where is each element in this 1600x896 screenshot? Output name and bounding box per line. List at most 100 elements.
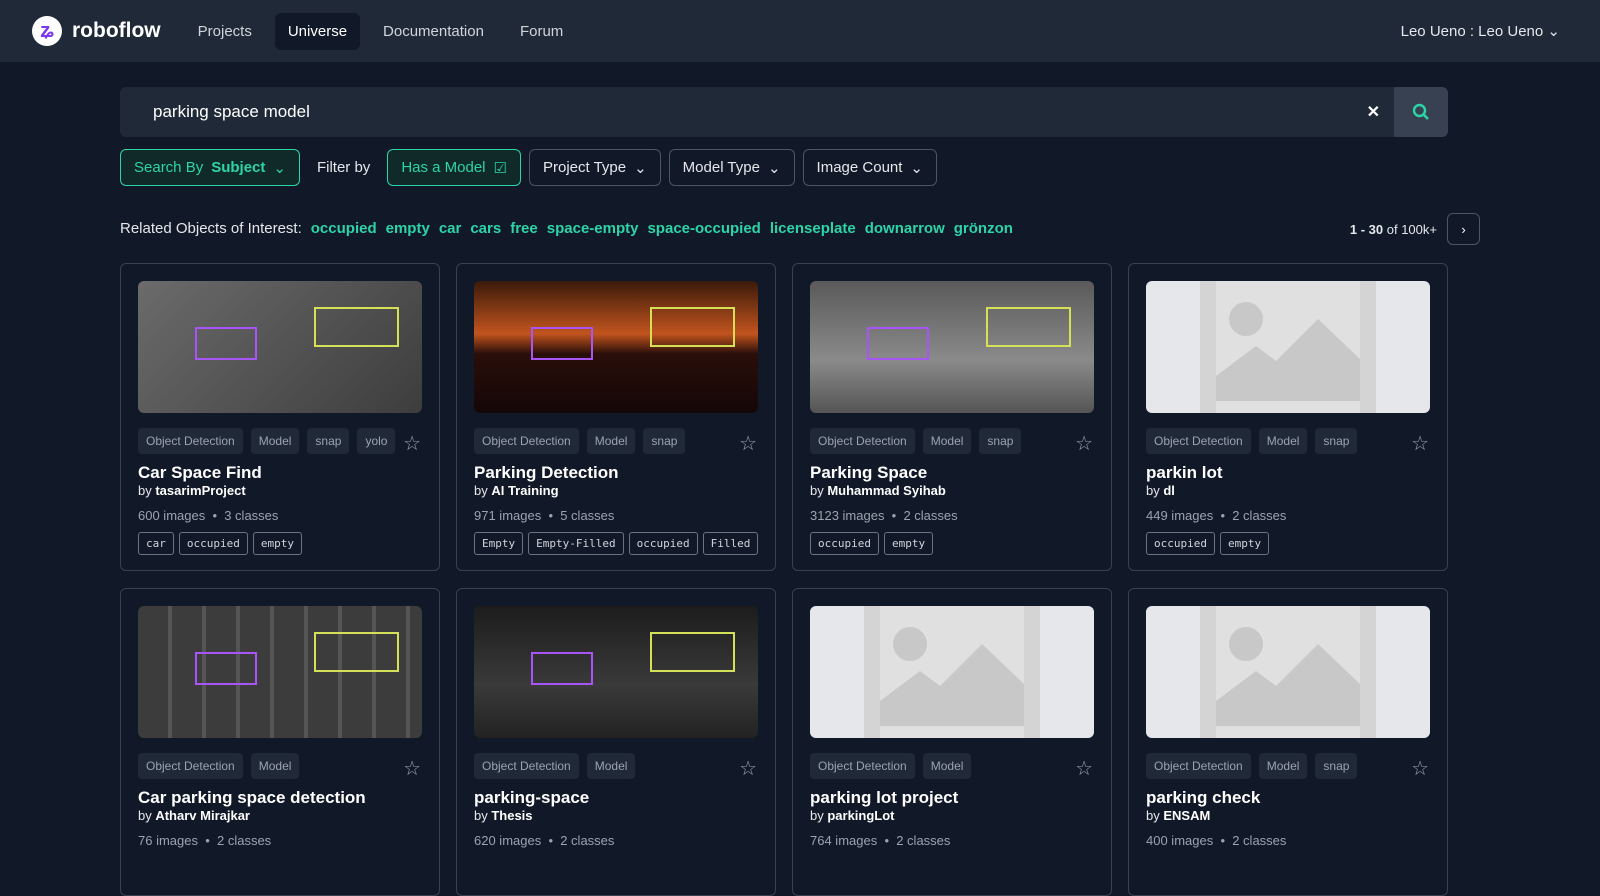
related-term[interactable]: occupied	[311, 220, 377, 237]
related-term[interactable]: car	[439, 220, 462, 237]
related-term[interactable]: empty	[386, 220, 430, 237]
project-title[interactable]: Car parking space detection	[138, 788, 422, 808]
project-title[interactable]: parking check	[1146, 788, 1430, 808]
project-tags: Object Detection Model	[810, 753, 1068, 779]
project-author: by dl	[1146, 483, 1175, 498]
author-name[interactable]: Atharv Mirajkar	[155, 808, 250, 823]
project-stats: 764 images • 2 classes	[810, 833, 951, 848]
placeholder-image-icon[interactable]	[1146, 606, 1430, 738]
project-title[interactable]: parking-space	[474, 788, 758, 808]
model-type-dropdown[interactable]: Model Type ⌄	[668, 149, 795, 186]
author-name[interactable]: tasarimProject	[155, 483, 245, 498]
project-card[interactable]: Object Detection Model snap ☆ Parking Space b…	[792, 263, 1112, 571]
class-chip: empty	[883, 532, 934, 555]
nav-forum[interactable]: Forum	[507, 13, 576, 50]
star-icon[interactable]: ☆	[403, 431, 421, 456]
related-term[interactable]: grönzon	[954, 220, 1013, 237]
project-thumbnail[interactable]	[474, 281, 758, 413]
star-icon[interactable]: ☆	[1075, 431, 1093, 456]
pagination: 1 - 30 of 100k+ ›	[1350, 213, 1480, 245]
results-grid: Object Detection Model snap yolo ☆ Car Space …	[120, 263, 1448, 896]
image-count-dropdown[interactable]: Image Count ⌄	[802, 149, 937, 186]
related-term[interactable]: space-occupied	[647, 220, 760, 237]
chevron-down-icon: ⌄	[634, 159, 647, 177]
project-stats: 3123 images • 2 classes	[810, 508, 958, 523]
project-tag: Object Detection	[1146, 428, 1251, 454]
author-name[interactable]: dl	[1163, 483, 1175, 498]
project-author: by tasarimProject	[138, 483, 246, 498]
class-chip: Filled	[702, 532, 759, 555]
project-thumbnail[interactable]	[138, 606, 422, 738]
class-chip: empty	[252, 532, 302, 555]
star-icon[interactable]: ☆	[1411, 431, 1429, 456]
project-title[interactable]: Car Space Find	[138, 463, 422, 483]
roboflow-logo[interactable]: ʑ roboflow	[32, 16, 161, 46]
star-icon[interactable]: ☆	[1075, 756, 1093, 781]
related-term[interactable]: licenseplate	[770, 220, 856, 237]
nav-documentation[interactable]: Documentation	[370, 13, 497, 50]
user-menu[interactable]: Leo Ueno : Leo Ueno ⌄	[1401, 22, 1560, 40]
clear-icon[interactable]: ✕	[1367, 102, 1380, 122]
star-icon[interactable]: ☆	[1411, 756, 1429, 781]
project-thumbnail[interactable]	[810, 281, 1094, 413]
image-count: 620 images	[474, 833, 542, 848]
project-tag: Model	[922, 428, 972, 454]
search-icon	[1412, 103, 1429, 120]
project-card[interactable]: Object Detection Model snap ☆ parkin lot by d…	[1128, 263, 1448, 571]
image-count: 449 images	[1146, 508, 1214, 523]
project-tag: snap	[1315, 428, 1358, 454]
star-icon[interactable]: ☆	[739, 756, 757, 781]
project-thumbnail[interactable]	[474, 606, 758, 738]
related-term[interactable]: free	[510, 220, 538, 237]
project-stats: 600 images • 3 classes	[138, 508, 279, 523]
project-card[interactable]: Object Detection Model ☆ Car parking space …	[120, 588, 440, 896]
project-tags: Object Detection Model snap	[810, 428, 1068, 454]
project-card[interactable]: Object Detection Model snap yolo ☆ Car Space …	[120, 263, 440, 571]
related-term[interactable]: cars	[470, 220, 501, 237]
next-page-button[interactable]: ›	[1447, 213, 1480, 245]
star-icon[interactable]: ☆	[739, 431, 757, 456]
project-tags: Object Detection Model	[474, 753, 732, 779]
project-card[interactable]: Object Detection Model snap ☆ Parking Detect…	[456, 263, 776, 571]
project-title[interactable]: Parking Detection	[474, 463, 758, 483]
placeholder-image-icon[interactable]	[810, 606, 1094, 738]
class-chip: occupied	[810, 532, 879, 555]
project-tag: snap	[979, 428, 1022, 454]
search-input[interactable]	[120, 102, 1367, 122]
class-count: 2 classes	[896, 833, 951, 848]
project-tags: Object Detection Model snap	[1146, 428, 1404, 454]
project-card[interactable]: Object Detection Model ☆ parking-space by Th…	[456, 588, 776, 896]
nav-universe[interactable]: Universe	[274, 12, 361, 50]
project-type-dropdown[interactable]: Project Type ⌄	[528, 149, 661, 186]
search-button[interactable]	[1394, 87, 1448, 137]
project-author: by Atharv Mirajkar	[138, 808, 250, 823]
author-name[interactable]: Muhammad Syihab	[827, 483, 945, 498]
related-label: Related Objects of Interest:	[120, 220, 302, 237]
nav-projects[interactable]: Projects	[185, 13, 265, 50]
star-icon[interactable]: ☆	[403, 756, 421, 781]
project-card[interactable]: Object Detection Model ☆ parking lot projec…	[792, 588, 1112, 896]
project-title[interactable]: Parking Space	[810, 463, 1094, 483]
related-term[interactable]: space-empty	[547, 220, 639, 237]
project-author: by ENSAM	[1146, 808, 1211, 823]
project-tag: Model	[586, 428, 636, 454]
placeholder-image-icon[interactable]	[1146, 281, 1430, 413]
related-term[interactable]: downarrow	[865, 220, 945, 237]
project-tag: Object Detection	[138, 428, 243, 454]
author-name[interactable]: AI Training	[491, 483, 558, 498]
project-author: by AI Training	[474, 483, 559, 498]
project-title[interactable]: parkin lot	[1146, 463, 1430, 483]
project-tag: Object Detection	[810, 753, 915, 779]
author-name[interactable]: parkingLot	[827, 808, 894, 823]
image-count: 400 images	[1146, 833, 1214, 848]
search-by-dropdown[interactable]: Search By Subject ⌄	[120, 149, 300, 186]
has-model-filter[interactable]: Has a Model ☑	[387, 149, 521, 186]
project-stats: 449 images • 2 classes	[1146, 508, 1287, 523]
project-tag: Object Detection	[474, 753, 579, 779]
project-thumbnail[interactable]	[138, 281, 422, 413]
project-card[interactable]: Object Detection Model snap ☆ parking check b…	[1128, 588, 1448, 896]
author-name[interactable]: Thesis	[491, 808, 532, 823]
project-title[interactable]: parking lot project	[810, 788, 1094, 808]
project-tags: Object Detection Model snap	[1146, 753, 1404, 779]
author-name[interactable]: ENSAM	[1163, 808, 1210, 823]
